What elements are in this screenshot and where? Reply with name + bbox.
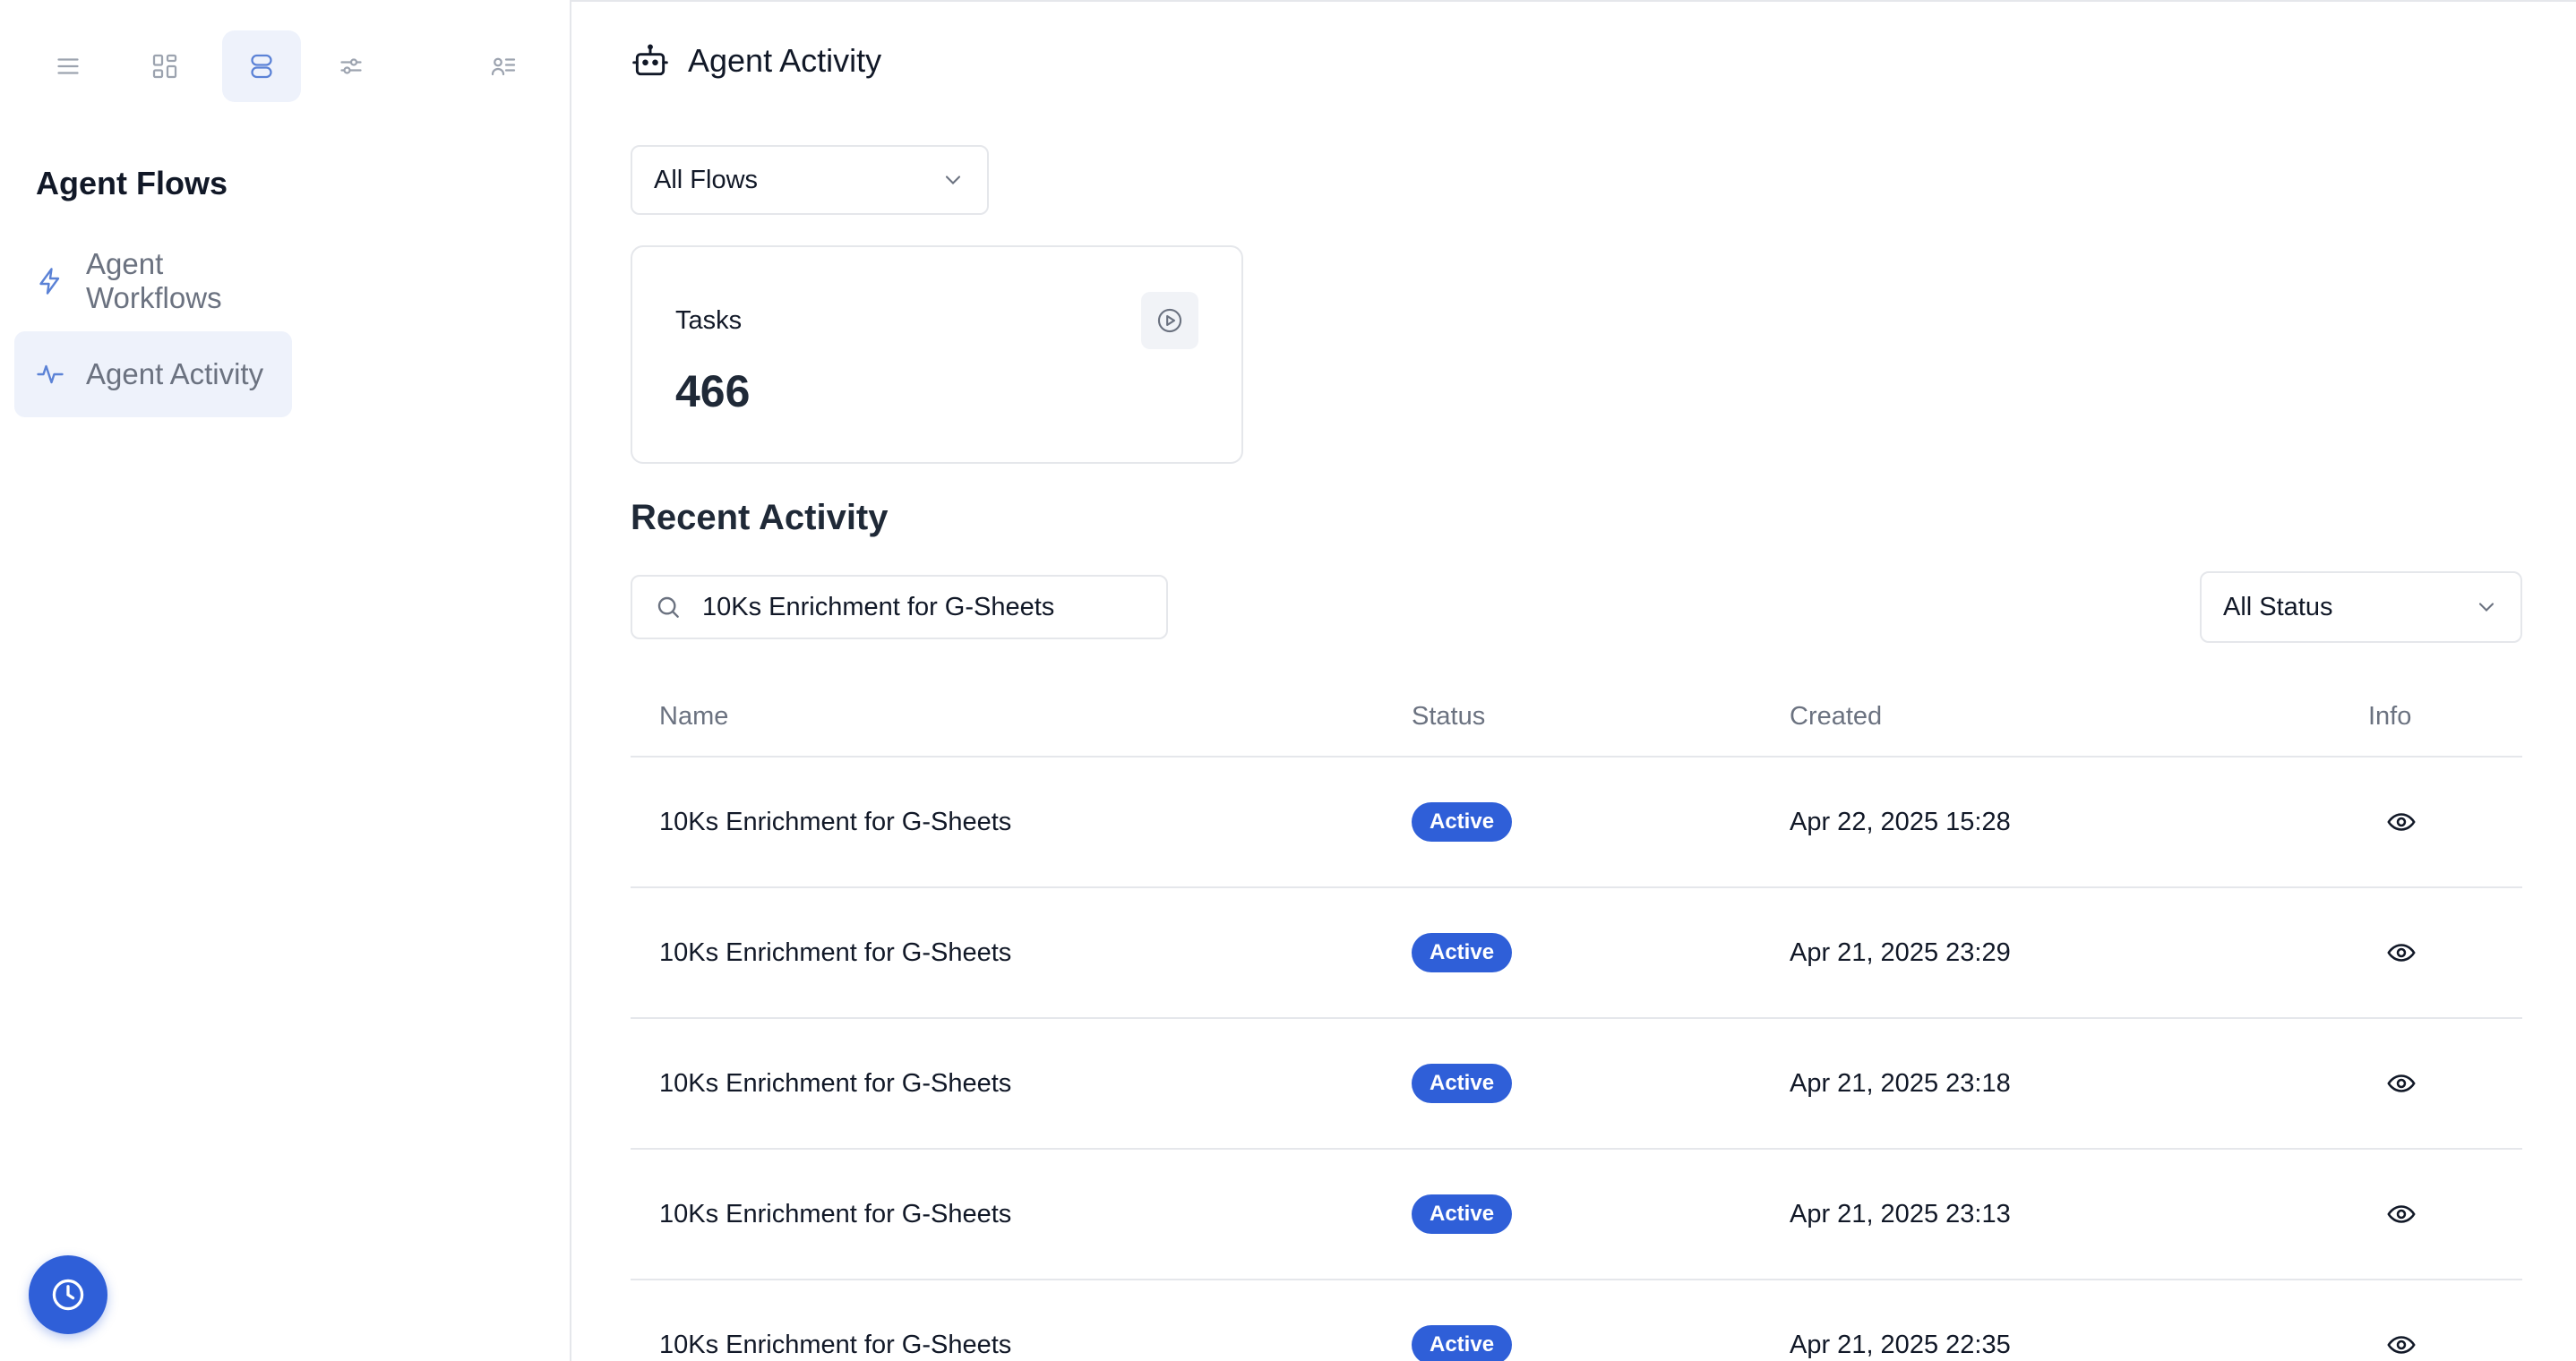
dashboard-icon xyxy=(152,54,177,79)
tasks-card-value: 466 xyxy=(675,366,751,416)
flow-filter-value: All Flows xyxy=(654,165,759,194)
status-badge: Active xyxy=(1412,1325,1513,1361)
database-button[interactable] xyxy=(222,30,301,102)
menu-icon xyxy=(57,58,79,74)
activity-table: Name Status Created Info 10Ks Enrichment… xyxy=(631,680,2522,1361)
tasks-card-icon-wrap[interactable] xyxy=(1141,292,1198,349)
settings-sliders-button[interactable] xyxy=(312,30,391,102)
table-header: Name Status Created Info xyxy=(631,680,2522,758)
robot-icon xyxy=(632,44,668,76)
activity-search xyxy=(631,575,1168,639)
page-title: Agent Activity xyxy=(688,42,882,79)
sidebar-item-label: Agent Activity xyxy=(86,357,264,390)
recent-activity-title: Recent Activity xyxy=(631,498,889,537)
row-status: Active xyxy=(1412,758,1513,886)
status-filter-select[interactable]: All Status xyxy=(2200,571,2522,643)
clock-icon xyxy=(52,1279,84,1311)
row-created: Apr 22, 2025 15:28 xyxy=(1790,807,2011,836)
database-icon xyxy=(251,54,272,79)
view-details-button[interactable] xyxy=(2386,1150,2417,1279)
sidebar-section-title: Agent Flows xyxy=(36,165,228,201)
row-created: Apr 21, 2025 23:18 xyxy=(1790,1068,2011,1098)
row-name: 10Ks Enrichment for G-Sheets xyxy=(659,1068,1012,1098)
row-name: 10Ks Enrichment for G-Sheets xyxy=(659,1330,1012,1359)
table-row[interactable]: 10Ks Enrichment for G-Sheets Active Apr … xyxy=(631,1019,2522,1150)
history-fab-button[interactable] xyxy=(29,1255,107,1334)
dashboard-button[interactable] xyxy=(125,30,204,102)
row-name: 10Ks Enrichment for G-Sheets xyxy=(659,937,1012,967)
eye-icon xyxy=(2387,1074,2416,1092)
page-header: Agent Activity xyxy=(631,41,881,81)
column-header-status[interactable]: Status xyxy=(1412,702,1485,732)
tasks-card-label: Tasks xyxy=(675,306,743,335)
search-icon xyxy=(657,596,679,618)
chevron-down-icon xyxy=(945,175,961,184)
row-status: Active xyxy=(1412,1280,1513,1361)
view-details-button[interactable] xyxy=(2386,1019,2417,1148)
view-details-button[interactable] xyxy=(2386,1280,2417,1361)
row-status: Active xyxy=(1412,1150,1513,1279)
chevron-down-icon xyxy=(2478,603,2494,612)
row-status: Active xyxy=(1412,888,1513,1017)
eye-icon xyxy=(2387,1336,2416,1354)
bolt-icon xyxy=(39,268,60,295)
table-row[interactable]: 10Ks Enrichment for G-Sheets Active Apr … xyxy=(631,1280,2522,1361)
sliders-icon xyxy=(340,58,362,74)
row-status: Active xyxy=(1412,1019,1513,1148)
row-name: 10Ks Enrichment for G-Sheets xyxy=(659,1199,1012,1228)
status-badge: Active xyxy=(1412,1064,1513,1103)
flow-filter-select[interactable]: All Flows xyxy=(631,145,989,215)
menu-button[interactable] xyxy=(29,30,107,102)
table-row[interactable]: 10Ks Enrichment for G-Sheets Active Apr … xyxy=(631,1150,2522,1280)
sidebar: Agent Flows Agent Workflows Agent Activi… xyxy=(0,0,571,1361)
column-header-created[interactable]: Created xyxy=(1790,702,1882,732)
table-row[interactable]: 10Ks Enrichment for G-Sheets Active Apr … xyxy=(631,758,2522,888)
sidebar-item-agent-activity[interactable]: Agent Activity xyxy=(14,331,292,417)
status-badge: Active xyxy=(1412,802,1513,842)
table-row[interactable]: 10Ks Enrichment for G-Sheets Active Apr … xyxy=(631,888,2522,1019)
activity-icon xyxy=(37,364,64,384)
status-badge: Active xyxy=(1412,933,1513,972)
eye-icon xyxy=(2387,1205,2416,1223)
eye-icon xyxy=(2387,813,2416,831)
column-header-info: Info xyxy=(2368,702,2412,731)
row-created: Apr 21, 2025 23:29 xyxy=(1790,937,2011,967)
tasks-card: Tasks 466 xyxy=(631,245,1243,464)
main-content: Agent Activity All Flows Tasks 466 Recen… xyxy=(573,0,2576,1361)
view-details-button[interactable] xyxy=(2386,888,2417,1017)
status-filter-value: All Status xyxy=(2223,592,2333,621)
column-header-name[interactable]: Name xyxy=(659,702,728,732)
play-circle-icon xyxy=(1157,308,1182,333)
eye-icon xyxy=(2387,944,2416,962)
sidebar-item-label: Agent Workflows xyxy=(86,247,222,314)
contacts-button[interactable] xyxy=(464,30,543,102)
status-badge: Active xyxy=(1412,1194,1513,1234)
sidebar-item-agent-workflows[interactable]: Agent Workflows xyxy=(14,238,292,324)
view-details-button[interactable] xyxy=(2386,758,2417,886)
sidebar-icon-bar xyxy=(0,30,570,102)
row-created: Apr 21, 2025 23:13 xyxy=(1790,1199,2011,1228)
contacts-icon xyxy=(491,57,516,76)
row-name: 10Ks Enrichment for G-Sheets xyxy=(659,807,1012,836)
search-input[interactable] xyxy=(702,592,1150,622)
row-created: Apr 21, 2025 22:35 xyxy=(1790,1330,2011,1359)
